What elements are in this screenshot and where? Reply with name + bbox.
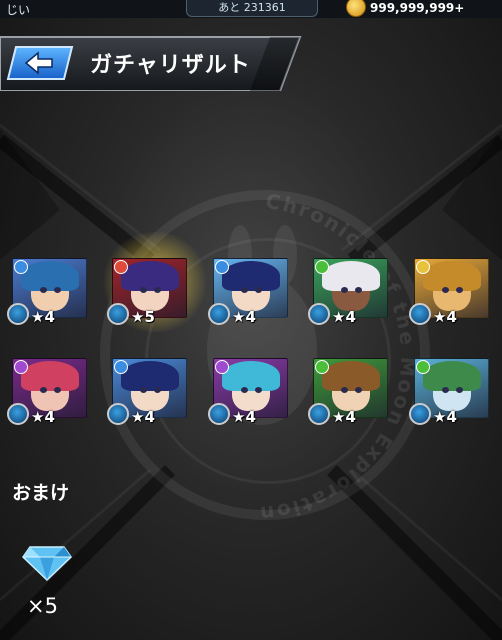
soul-orb-icon xyxy=(7,403,29,425)
result-card[interactable]: ★4 xyxy=(308,258,388,326)
element-wood-icon xyxy=(315,360,329,374)
rarity-label: ★4 xyxy=(31,308,55,326)
rarity-label: ★4 xyxy=(433,308,457,326)
result-card[interactable]: ★4 xyxy=(208,258,288,326)
result-card[interactable]: ★4 xyxy=(107,358,187,426)
element-dark-icon xyxy=(14,360,28,374)
rarity-label: ★4 xyxy=(31,408,55,426)
element-wood-icon xyxy=(416,360,430,374)
rarity-label: ★5 xyxy=(131,308,155,326)
rarity-label: ★4 xyxy=(433,408,457,426)
element-wood-icon xyxy=(315,260,329,274)
result-card[interactable]: ★5 xyxy=(107,258,187,326)
result-card[interactable]: ★4 xyxy=(308,358,388,426)
rarity-label: ★4 xyxy=(232,308,256,326)
rarity-label: ★4 xyxy=(332,408,356,426)
result-card[interactable]: ★4 xyxy=(409,358,489,426)
rarity-label: ★4 xyxy=(232,408,256,426)
element-water-icon xyxy=(114,360,128,374)
element-light-icon xyxy=(416,260,430,274)
element-dark-icon xyxy=(215,360,229,374)
element-water-icon xyxy=(14,260,28,274)
soul-orb-icon xyxy=(107,303,129,325)
result-card[interactable]: ★4 xyxy=(7,358,87,426)
soul-orb-icon xyxy=(208,303,230,325)
soul-orb-icon xyxy=(7,303,29,325)
result-card[interactable]: ★4 xyxy=(409,258,489,326)
diamond-gem-icon xyxy=(22,546,72,581)
bonus-label: おまけ xyxy=(12,482,70,504)
gacha-result-grid: ★4 ★5 ★4 ★4 ★4 ★4 ★4 ★4 ★4 ★4 xyxy=(0,0,502,640)
bonus-count: ×5 xyxy=(27,594,58,618)
soul-orb-icon xyxy=(308,403,330,425)
result-card[interactable]: ★4 xyxy=(7,258,87,326)
soul-orb-icon xyxy=(409,303,431,325)
element-fire-icon xyxy=(114,260,128,274)
soul-orb-icon xyxy=(308,303,330,325)
result-card[interactable]: ★4 xyxy=(208,358,288,426)
soul-orb-icon xyxy=(107,403,129,425)
rarity-label: ★4 xyxy=(131,408,155,426)
element-water-icon xyxy=(215,260,229,274)
rarity-label: ★4 xyxy=(332,308,356,326)
soul-orb-icon xyxy=(409,403,431,425)
soul-orb-icon xyxy=(208,403,230,425)
